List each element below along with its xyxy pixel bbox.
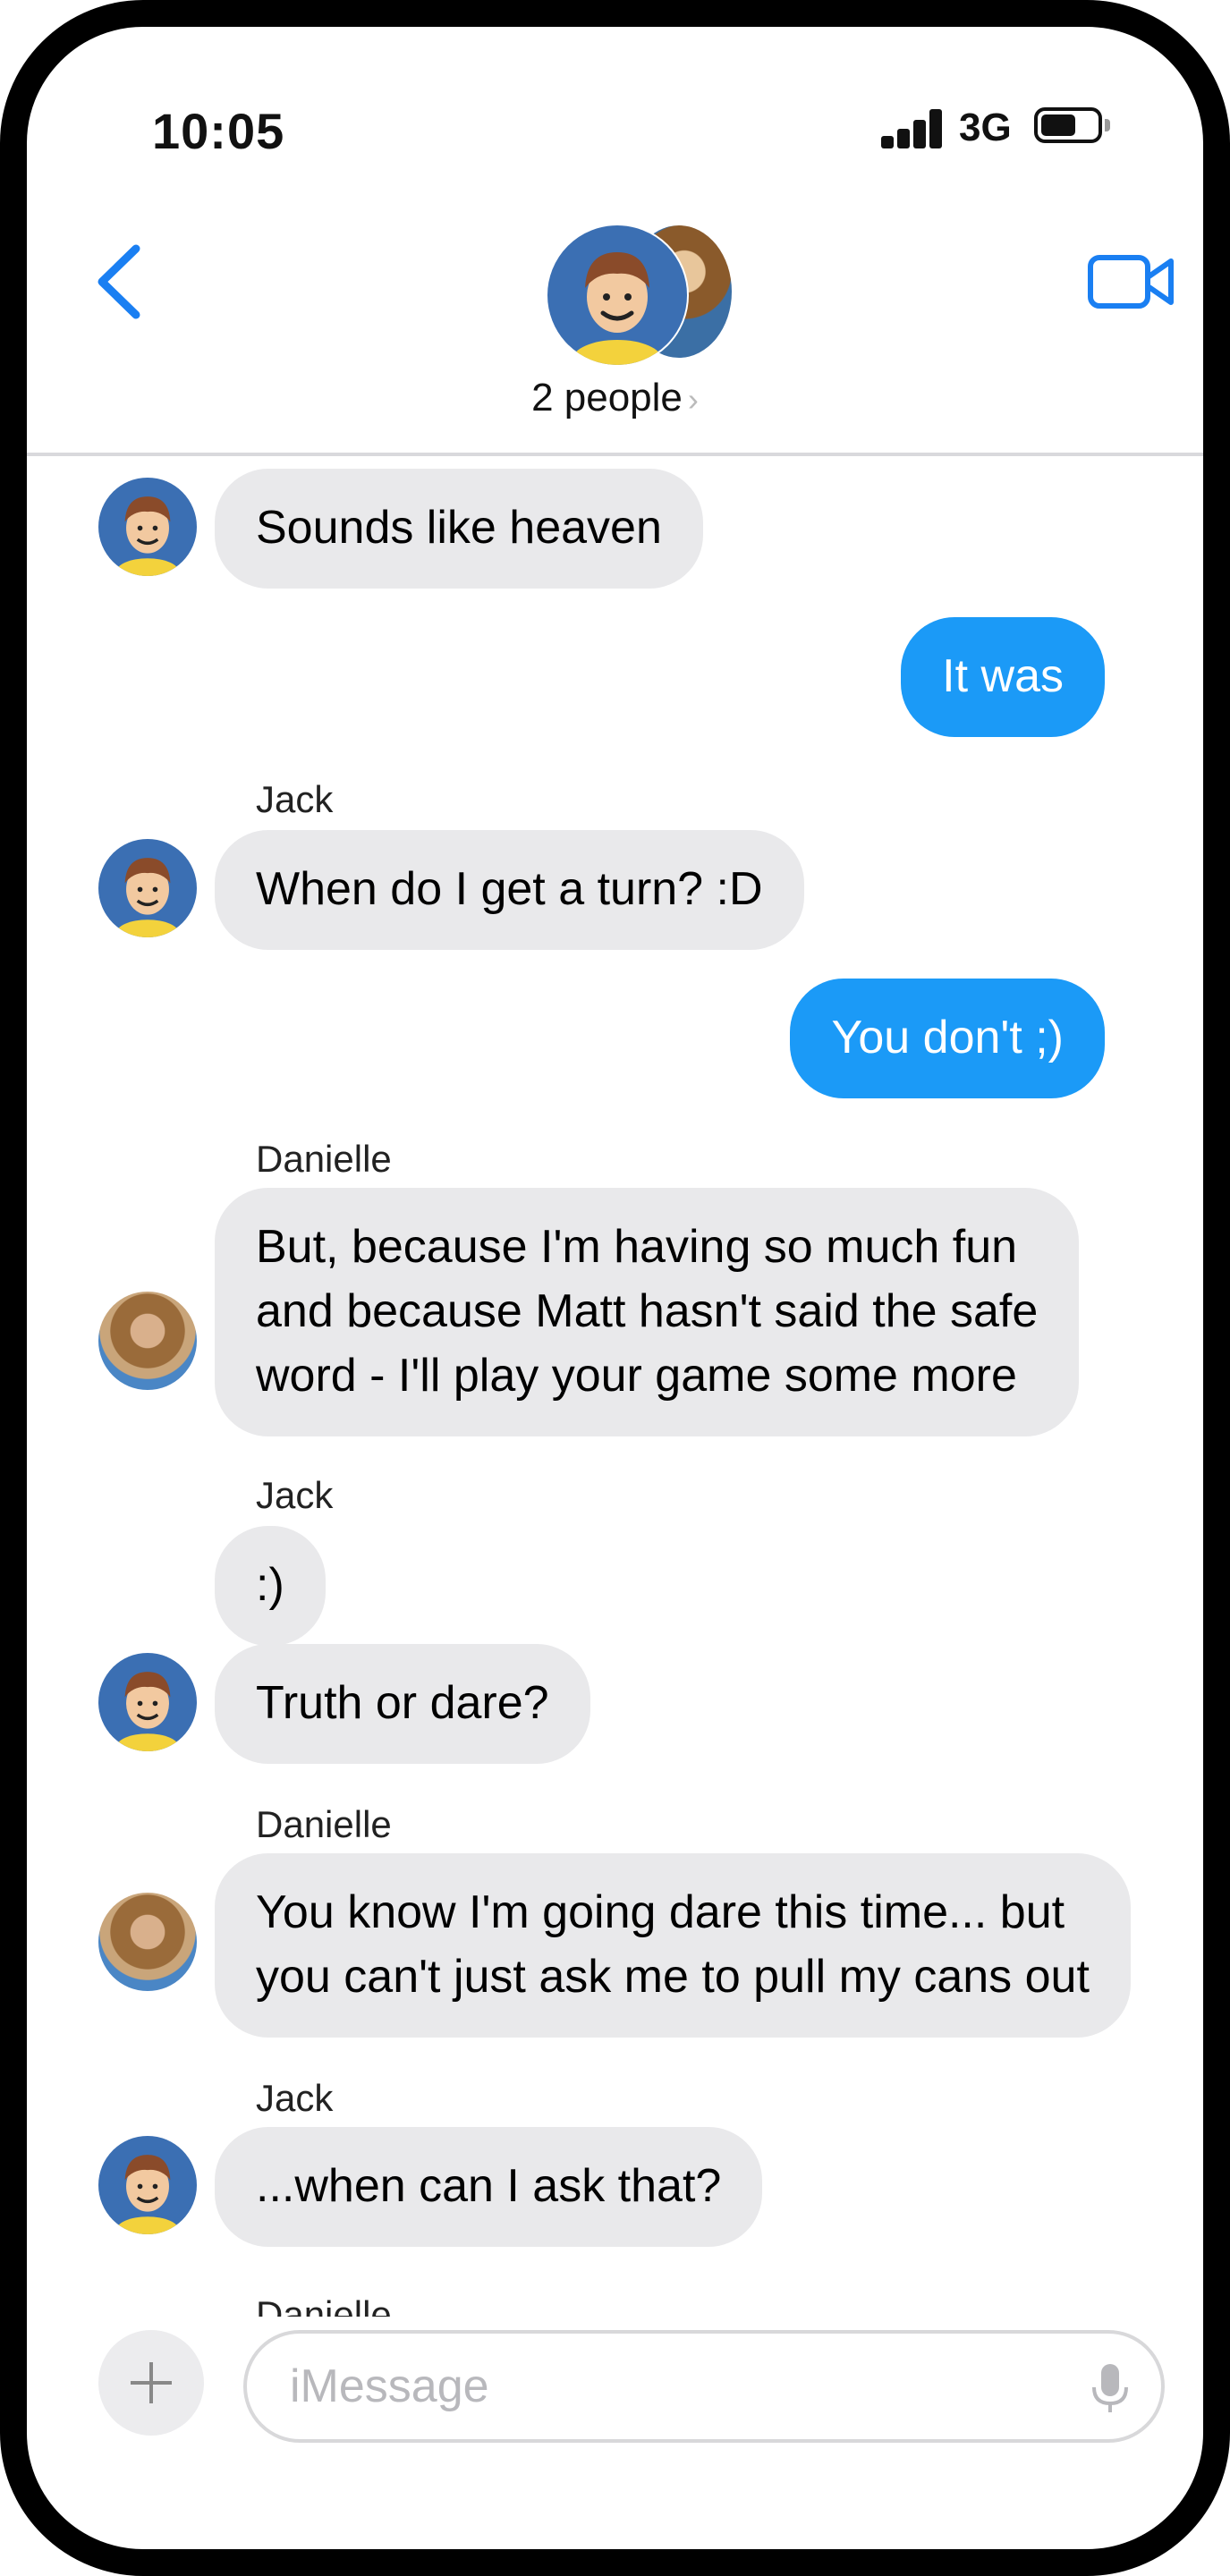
message-thread[interactable]: Sounds like heaven It was Jack When do I…: [27, 456, 1203, 2317]
sender-name: Jack: [256, 778, 334, 820]
danielle-avatar: [98, 1292, 197, 1390]
signal-strength-icon: [881, 109, 944, 148]
video-camera-icon[interactable]: [1087, 250, 1176, 313]
status-bar: 10:05 3G: [27, 27, 1203, 188]
incoming-message-bubble[interactable]: You know I'm going dare this time... but…: [215, 1853, 1131, 2038]
group-label-text: 2 people: [531, 376, 683, 419]
jack-avatar: [98, 839, 197, 937]
battery-icon: [1034, 107, 1102, 143]
outgoing-message-bubble[interactable]: You don't ;): [790, 979, 1105, 1098]
incoming-message-bubble[interactable]: But, because I'm having so much fun and …: [215, 1188, 1080, 1436]
sender-name: Danielle: [256, 1138, 392, 1180]
sender-name: Jack: [256, 1474, 334, 1516]
message-input-field[interactable]: [243, 2330, 1165, 2443]
incoming-message-bubble[interactable]: ...when can I ask that?: [215, 2127, 763, 2247]
network-type: 3G: [959, 106, 1012, 149]
battery-tip: [1105, 119, 1110, 131]
jack-avatar: [98, 1653, 197, 1751]
sender-name-partial: Danielle: [256, 2293, 392, 2317]
conversation-header: 2 people ›: [27, 188, 1203, 456]
incoming-message-bubble[interactable]: Truth or dare?: [215, 1644, 590, 1764]
jack-avatar: [98, 478, 197, 576]
composer-bar: [27, 2317, 1203, 2460]
sender-name: Danielle: [256, 1803, 392, 1845]
danielle-avatar: [98, 1893, 197, 1991]
microphone-icon[interactable]: [1088, 2362, 1132, 2416]
incoming-message-bubble[interactable]: Sounds like heaven: [215, 469, 703, 589]
incoming-message-bubble[interactable]: When do I get a turn? :D: [215, 830, 804, 950]
status-time: 10:05: [152, 103, 285, 159]
group-avatar[interactable]: [546, 224, 742, 367]
group-name[interactable]: 2 people ›: [27, 376, 1203, 420]
imessage-input[interactable]: [288, 2350, 1079, 2423]
sender-name: Jack: [256, 2077, 334, 2119]
chevron-right-icon: ›: [687, 381, 699, 418]
outgoing-message-bubble[interactable]: It was: [901, 617, 1105, 737]
jack-avatar-large: [546, 224, 689, 367]
plus-icon[interactable]: [98, 2330, 204, 2436]
incoming-message-bubble[interactable]: :): [215, 1526, 326, 1646]
chevron-left-icon[interactable]: [89, 242, 152, 322]
jack-avatar: [98, 2136, 197, 2234]
phone-frame: 10:05 3G 2 people › Sounds like heaven I…: [0, 0, 1230, 2576]
